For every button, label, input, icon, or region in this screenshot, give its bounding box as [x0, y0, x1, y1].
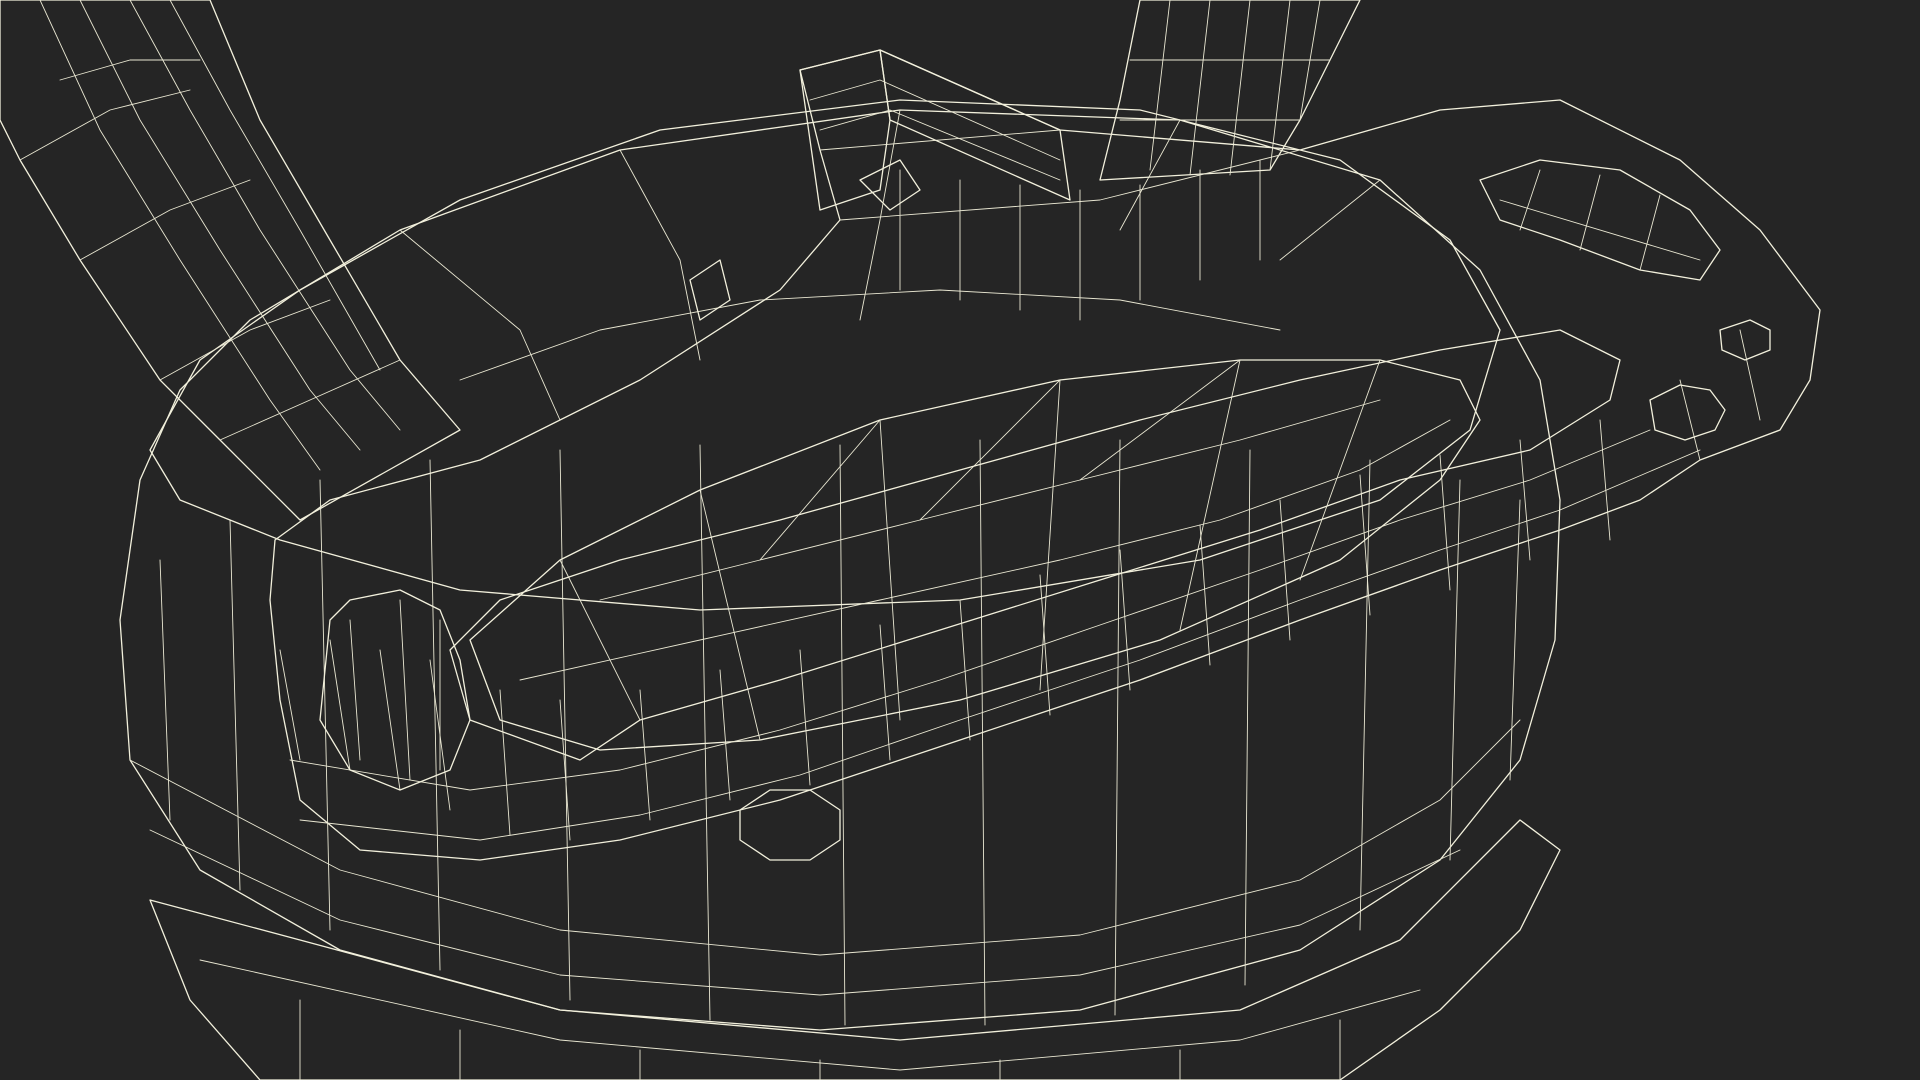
center-block	[689, 49, 1071, 321]
cylinder-top-cap	[149, 99, 1501, 611]
right-arm	[1099, 0, 1361, 181]
base-bottom-ring	[149, 819, 1561, 1080]
top-bracket	[269, 49, 1821, 861]
left-arm	[0, 0, 461, 521]
3d-viewport[interactable]	[0, 0, 1920, 1080]
cylinder-body	[119, 109, 1561, 1031]
inner-bowl	[469, 359, 1481, 751]
